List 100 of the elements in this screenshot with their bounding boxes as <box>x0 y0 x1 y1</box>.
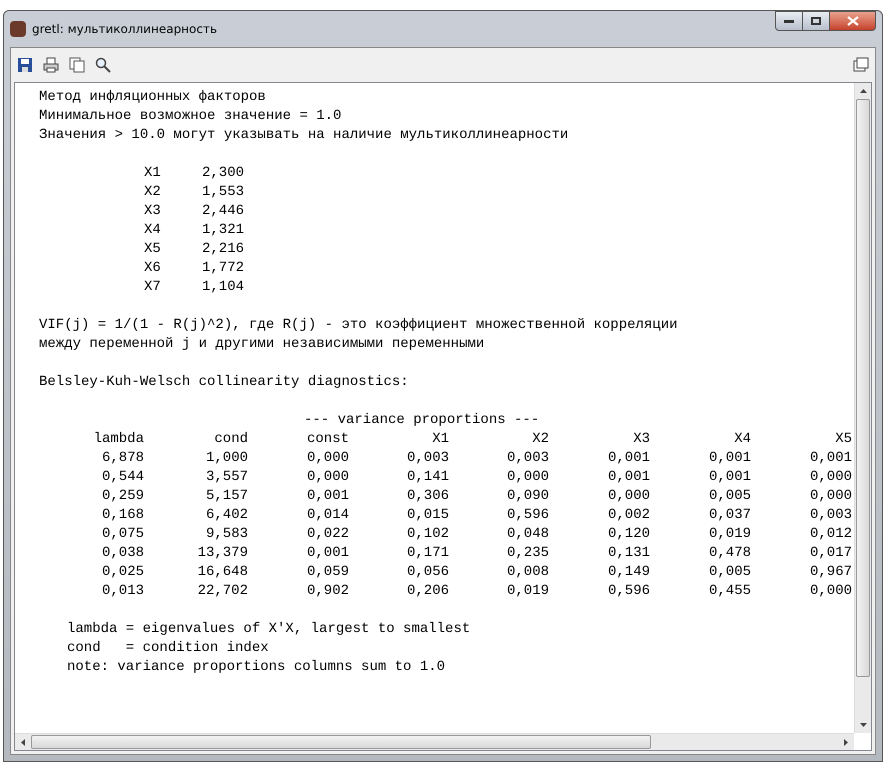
table-cell: 0,003 <box>810 506 852 525</box>
table-cell: 16,648 <box>198 563 248 582</box>
note-text: lambda = eigenvalues of X'X, largest to smallest <box>67 620 470 639</box>
formula-text: VIF(j) = 1/(1 - R(j)^2), где R(j) - это коэффициент множественной корреляции <box>39 316 678 335</box>
table-cell: 0,902 <box>306 582 349 601</box>
table-cell: 0,149 <box>608 563 650 582</box>
table-cell: 0,102 <box>406 525 449 544</box>
table-cell: 0,168 <box>102 506 144 525</box>
column-header: const <box>306 430 349 449</box>
vif-value: 2,446 <box>202 202 244 221</box>
table-cell: 0,025 <box>102 563 144 582</box>
table-cell: 0,059 <box>306 563 349 582</box>
table-cell: 0,000 <box>306 468 349 487</box>
table-cell: 0,003 <box>406 449 449 468</box>
table-cell: 0,002 <box>608 506 650 525</box>
column-header: X5 <box>835 430 852 449</box>
output-text: Минимальное возможное значение = 1.0 <box>39 107 342 126</box>
copy-icon[interactable] <box>69 57 85 73</box>
table-cell: 3,557 <box>206 468 248 487</box>
table-cell: 9,583 <box>206 525 248 544</box>
column-header: X4 <box>734 430 751 449</box>
print-icon[interactable] <box>43 57 59 73</box>
formula-text: между переменной j и другими независимыми переменными <box>39 335 484 354</box>
variable-name: X3 <box>144 202 162 221</box>
table-cell: 22,702 <box>198 582 248 601</box>
table-cell: 0,206 <box>406 582 449 601</box>
variable-name: X6 <box>144 259 162 278</box>
table-cell: 6,878 <box>102 449 144 468</box>
table-cell: 0,012 <box>810 525 852 544</box>
table-cell: 0,015 <box>406 506 449 525</box>
table-cell: 1,000 <box>206 449 248 468</box>
variable-name: X4 <box>144 221 162 240</box>
table-cell: 0,000 <box>608 487 650 506</box>
scroll-left-icon[interactable] <box>21 738 25 746</box>
table-cell: 0,000 <box>810 582 852 601</box>
vif-value: 1,321 <box>202 221 244 240</box>
table-cell: 0,235 <box>506 544 549 563</box>
output-text: Метод инфляционных факторов <box>39 88 266 107</box>
table-cell: 0,131 <box>608 544 650 563</box>
table-cell: 0,008 <box>506 563 549 582</box>
vif-value: 1,553 <box>202 183 244 202</box>
table-cell: 0,005 <box>708 563 751 582</box>
vif-value: 1,104 <box>202 278 244 297</box>
table-cell: 0,013 <box>102 582 144 601</box>
table-cell: 0,000 <box>306 449 349 468</box>
save-icon[interactable] <box>17 57 33 73</box>
table-cell: 6,402 <box>206 506 248 525</box>
maximize-button[interactable] <box>803 11 830 31</box>
column-header: lambda <box>94 430 144 449</box>
search-icon[interactable] <box>95 57 111 73</box>
variable-name: X5 <box>144 240 162 259</box>
table-cell: 0,478 <box>708 544 751 563</box>
column-header: X3 <box>633 430 650 449</box>
table-cell: 0,596 <box>608 582 650 601</box>
column-header: X2 <box>532 430 549 449</box>
variable-name: X2 <box>144 183 162 202</box>
column-group-heading: --- variance proportions --- <box>304 411 540 430</box>
table-cell: 0,056 <box>406 563 449 582</box>
table-cell: 0,014 <box>306 506 349 525</box>
table-cell: 0,001 <box>708 449 751 468</box>
minimize-button[interactable] <box>775 11 803 31</box>
table-cell: 0,001 <box>306 544 349 563</box>
window-title: gretl: мультиколлинеарность <box>32 21 218 38</box>
table-cell: 0,001 <box>306 487 349 506</box>
table-cell: 0,075 <box>102 525 144 544</box>
scroll-right-icon[interactable] <box>844 738 848 746</box>
table-cell: 0,019 <box>708 525 751 544</box>
vif-value: 1,772 <box>202 259 244 278</box>
close-icon <box>846 16 858 26</box>
table-cell: 0,001 <box>708 468 751 487</box>
table-cell: 0,000 <box>810 468 852 487</box>
close-button[interactable] <box>830 11 876 31</box>
window-icon[interactable] <box>853 57 869 73</box>
note-text: cond = condition index <box>67 639 269 658</box>
table-cell: 0,171 <box>406 544 449 563</box>
note-text: note: variance proportions columns sum to 1.0 <box>67 658 446 677</box>
table-cell: 0,022 <box>306 525 349 544</box>
scroll-up-icon[interactable] <box>860 89 866 93</box>
table-cell: 0,017 <box>810 544 852 563</box>
scroll-down-icon[interactable] <box>860 723 866 727</box>
table-cell: 0,001 <box>810 449 852 468</box>
table-cell: 0,259 <box>102 487 144 506</box>
table-cell: 0,596 <box>506 506 549 525</box>
column-header: cond <box>214 430 248 449</box>
table-cell: 13,379 <box>198 544 248 563</box>
table-cell: 5,157 <box>206 487 248 506</box>
variable-name: X7 <box>144 278 162 297</box>
column-header: X1 <box>432 430 449 449</box>
table-cell: 0,001 <box>608 468 650 487</box>
vif-value: 2,216 <box>202 240 244 259</box>
table-cell: 0,544 <box>102 468 144 487</box>
table-cell: 0,001 <box>608 449 650 468</box>
table-cell: 0,005 <box>708 487 751 506</box>
table-cell: 0,038 <box>102 544 144 563</box>
table-cell: 0,000 <box>810 487 852 506</box>
output-text: Значения > 10.0 могут указывать на наличие мультиколлинеарности <box>39 126 568 145</box>
vif-value: 2,300 <box>202 164 244 183</box>
variable-name: X1 <box>144 164 162 183</box>
table-cell: 0,019 <box>506 582 549 601</box>
table-cell: 0,967 <box>810 563 852 582</box>
